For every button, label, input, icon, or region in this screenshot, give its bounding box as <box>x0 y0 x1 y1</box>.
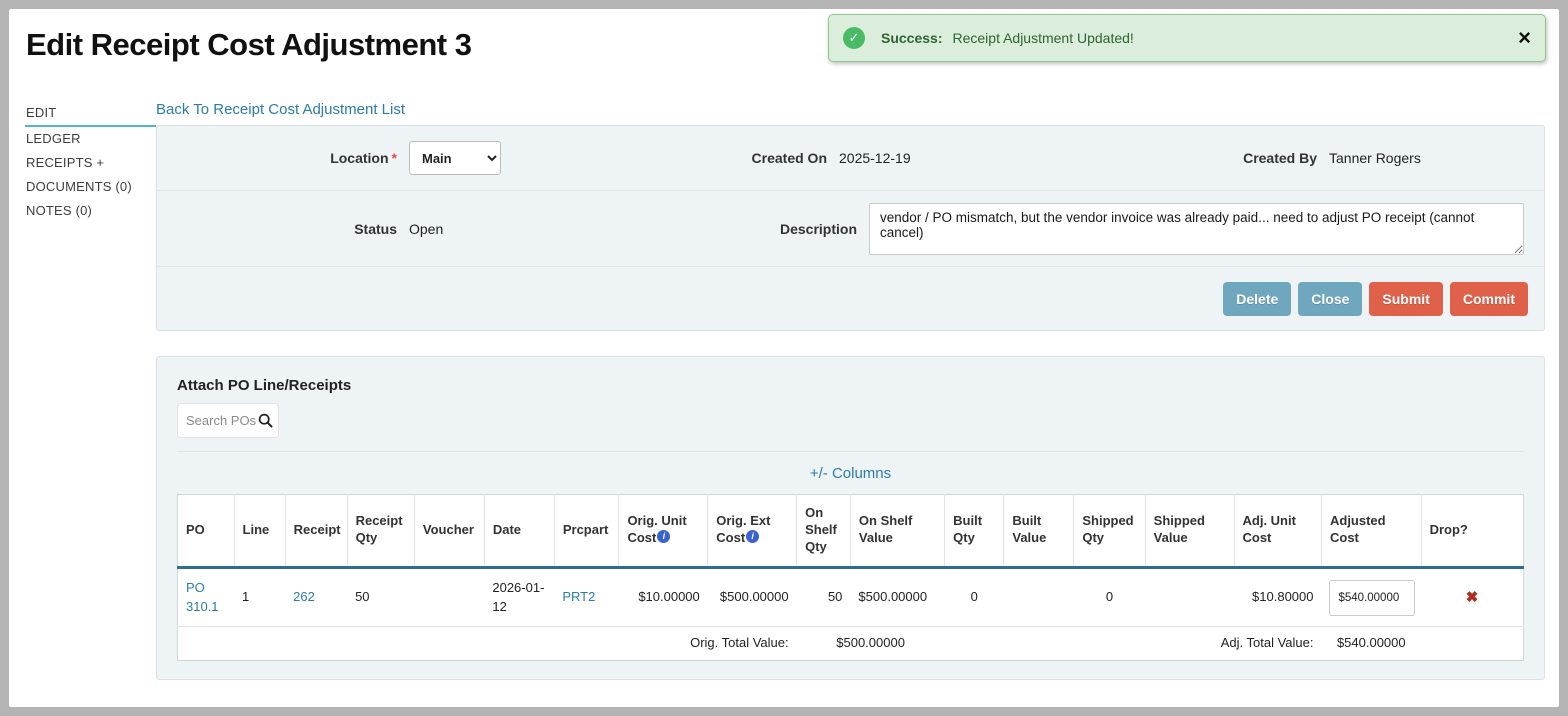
col-built-qty: Built Qty <box>945 495 1004 568</box>
cell-built-qty: 0 <box>945 567 1004 627</box>
status-label: Status <box>157 221 397 237</box>
cell-drop: ✖ <box>1421 567 1523 627</box>
cell-orig-ext-cost: $500.00000 <box>708 567 797 627</box>
col-adj-unit-cost: Adj. Unit Cost <box>1234 495 1321 568</box>
columns-toggle-link[interactable]: +/- Columns <box>177 465 1524 482</box>
col-po: PO <box>178 495 235 568</box>
info-icon[interactable]: i <box>657 530 670 543</box>
cell-prcpart: PRT2 <box>554 567 619 627</box>
col-line: Line <box>234 495 285 568</box>
sidebar: EDIT LEDGER RECEIPTS + DOCUMENTS (0) NOT… <box>9 101 156 680</box>
adj-total-label: Adj. Total Value: <box>1145 627 1321 661</box>
orig-total-label: Orig. Total Value: <box>178 627 797 661</box>
cell-adjusted-cost <box>1321 567 1421 627</box>
col-receipt: Receipt <box>285 495 347 568</box>
col-shipped-qty: Shipped Qty <box>1074 495 1145 568</box>
toast-message: Receipt Adjustment Updated! <box>952 30 1133 46</box>
table-header-row: PO Line Receipt Receipt Qty Voucher Date… <box>178 495 1524 568</box>
sidebar-item-documents[interactable]: DOCUMENTS (0) <box>25 175 156 199</box>
sidebar-item-receipts[interactable]: RECEIPTS + <box>25 151 156 175</box>
attach-po-panel: Attach PO Line/Receipts +/- Columns <box>156 356 1545 680</box>
orig-total-value: $500.00000 <box>797 627 945 661</box>
app-window: Edit Receipt Cost Adjustment 3 ✓ Success… <box>9 9 1559 707</box>
status-value: Open <box>397 221 647 237</box>
attach-heading: Attach PO Line/Receipts <box>177 377 1524 394</box>
cell-shipped-qty: 0 <box>1074 567 1145 627</box>
prcpart-link[interactable]: PRT2 <box>562 589 595 604</box>
cell-line: 1 <box>234 567 285 627</box>
location-label: Location* <box>157 150 397 166</box>
cell-built-value <box>1004 567 1074 627</box>
adj-total-value: $540.00000 <box>1321 627 1421 661</box>
cell-on-shelf-value: $500.00000 <box>850 567 944 627</box>
sidebar-item-edit[interactable]: EDIT <box>25 101 156 127</box>
success-toast: ✓ Success: Receipt Adjustment Updated! × <box>828 14 1546 62</box>
description-textarea[interactable]: vendor / PO mismatch, but the vendor inv… <box>869 203 1524 255</box>
form-row-2: Status Open Description vendor / PO mism… <box>157 190 1544 266</box>
cell-po: PO 310.1 <box>178 567 235 627</box>
cell-adj-unit-cost: $10.80000 <box>1234 567 1321 627</box>
cell-voucher <box>414 567 484 627</box>
delete-button[interactable]: Delete <box>1223 282 1291 316</box>
col-orig-unit-cost: Orig. Unit Costi <box>619 495 708 568</box>
created-by-value: Tanner Rogers <box>1317 150 1544 166</box>
location-select[interactable]: Main <box>409 141 501 175</box>
description-label: Description <box>647 221 857 237</box>
success-check-icon: ✓ <box>843 27 865 49</box>
col-prcpart: Prcpart <box>554 495 619 568</box>
drop-row-icon[interactable]: ✖ <box>1466 588 1479 606</box>
cell-receipt: 262 <box>285 567 347 627</box>
col-date: Date <box>484 495 554 568</box>
cell-orig-unit-cost: $10.00000 <box>619 567 708 627</box>
col-adjusted-cost: Adjusted Cost <box>1321 495 1421 568</box>
info-icon[interactable]: i <box>746 530 759 543</box>
edit-form-panel: Location* Main Created On 2025-12-19 Cre… <box>156 125 1545 331</box>
po-receipts-table: PO Line Receipt Receipt Qty Voucher Date… <box>177 494 1524 661</box>
receipt-link[interactable]: 262 <box>293 589 315 604</box>
sidebar-item-notes[interactable]: NOTES (0) <box>25 199 156 223</box>
col-drop: Drop? <box>1421 495 1523 568</box>
sidebar-item-ledger[interactable]: LEDGER <box>25 127 156 151</box>
col-on-shelf-value: On Shelf Value <box>850 495 944 568</box>
adjusted-cost-input[interactable] <box>1329 580 1415 616</box>
toast-status-label: Success: <box>881 30 942 46</box>
created-by-label: Created By <box>1077 150 1317 166</box>
divider <box>177 451 1524 452</box>
col-shipped-value: Shipped Value <box>1145 495 1234 568</box>
po-link[interactable]: PO 310.1 <box>186 580 219 614</box>
table-totals-row: Orig. Total Value: $500.00000 Adj. Total… <box>178 627 1524 661</box>
po-search-box[interactable] <box>177 403 279 438</box>
col-orig-ext-cost: Orig. Ext Costi <box>708 495 797 568</box>
created-on-value: 2025-12-19 <box>827 150 1077 166</box>
form-actions: Delete Close Submit Commit <box>157 266 1544 330</box>
commit-button[interactable]: Commit <box>1450 282 1528 316</box>
toast-close-button[interactable]: × <box>1518 27 1531 49</box>
close-button[interactable]: Close <box>1298 282 1362 316</box>
cell-on-shelf-qty: 50 <box>797 567 851 627</box>
search-icon <box>258 413 273 428</box>
created-on-label: Created On <box>647 150 827 166</box>
col-receipt-qty: Receipt Qty <box>347 495 414 568</box>
cell-date: 2026-01-12 <box>484 567 554 627</box>
table-row: PO 310.1 1 262 50 2026-01-12 PRT2 $10.00… <box>178 567 1524 627</box>
col-voucher: Voucher <box>414 495 484 568</box>
submit-button[interactable]: Submit <box>1369 282 1442 316</box>
back-to-list-link[interactable]: Back To Receipt Cost Adjustment List <box>156 101 405 118</box>
content-row: EDIT LEDGER RECEIPTS + DOCUMENTS (0) NOT… <box>9 101 1559 680</box>
main-column: Back To Receipt Cost Adjustment List Loc… <box>156 101 1559 680</box>
cell-shipped-value <box>1145 567 1234 627</box>
col-on-shelf-qty: On Shelf Qty <box>797 495 851 568</box>
po-search-input[interactable] <box>186 413 258 428</box>
col-built-value: Built Value <box>1004 495 1074 568</box>
form-row-1: Location* Main Created On 2025-12-19 Cre… <box>157 126 1544 190</box>
cell-receipt-qty: 50 <box>347 567 414 627</box>
